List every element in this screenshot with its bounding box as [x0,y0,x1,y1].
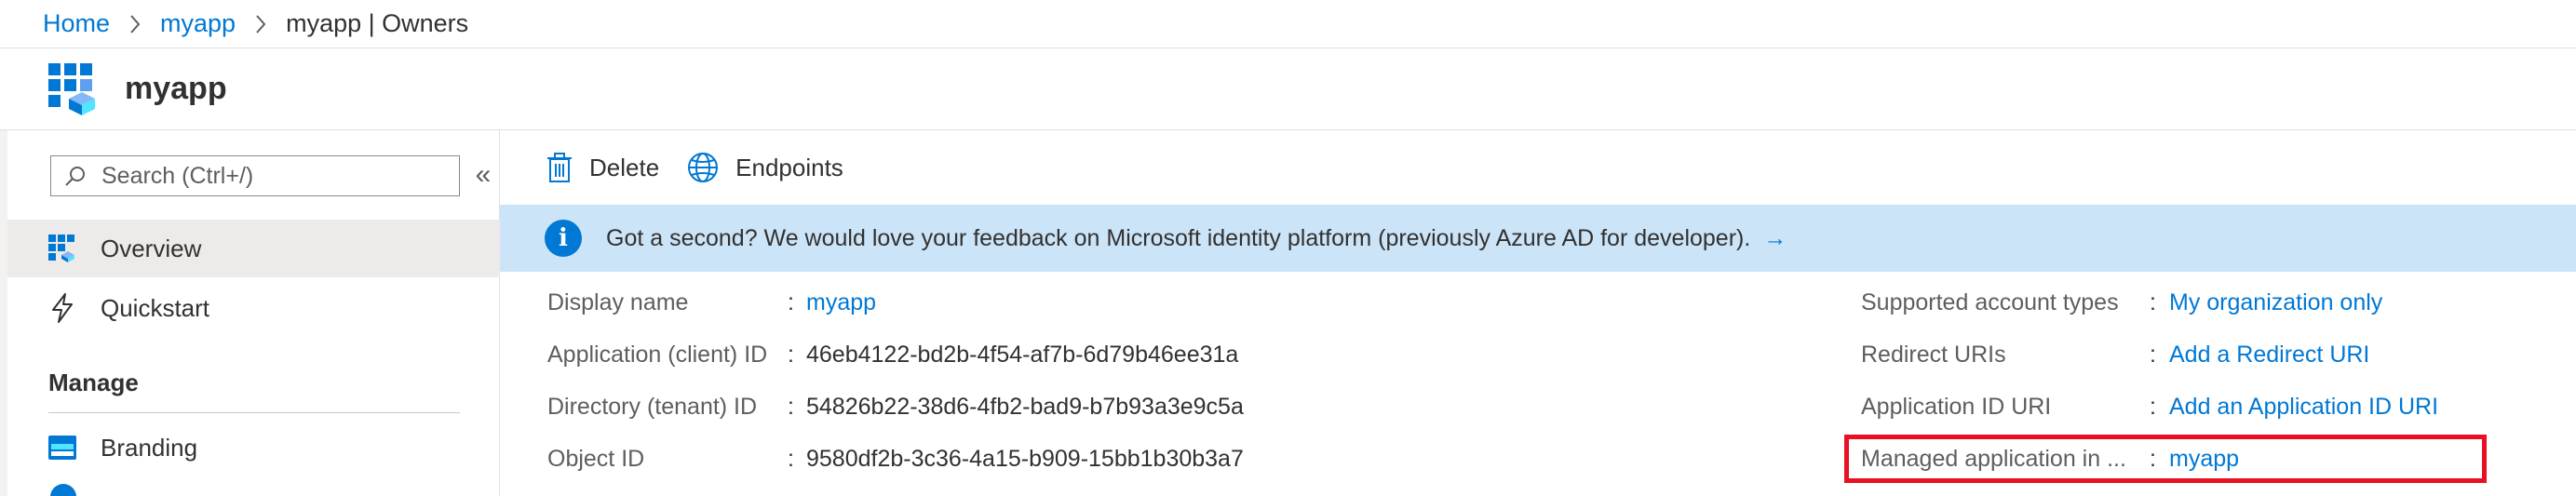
tenant-id-value: 54826b22-38d6-4fb2-bad9-b7b93a3e9c5a [806,394,1244,420]
prop-label: Redirect URIs [1861,341,2006,368]
next-item-icon [50,484,76,496]
chevron-right-icon [128,14,142,34]
client-id-value: 46eb4122-bd2b-4f54-af7b-6d79b46ee31a [806,342,1239,368]
essentials-row-account-types: Supported account types [1861,276,2119,328]
breadcrumb-current: myapp | Owners [286,9,469,37]
info-icon: i [545,220,582,257]
branding-icon [48,434,76,462]
sidebar: « Overview Quickstart Manage [7,130,500,496]
breadcrumb: Home myapp myapp | Owners [0,0,2576,48]
command-bar: Delete Endpoints [500,130,871,205]
sidebar-item-quickstart[interactable]: Quickstart [7,279,500,337]
prop-label: Application ID URI [1861,393,2052,420]
sidebar-item-branding[interactable]: Branding [7,419,500,476]
left-rail [0,130,7,496]
prop-label: Directory (tenant) ID [547,393,758,420]
section-manage: Manage [48,369,139,396]
breadcrumb-myapp[interactable]: myapp [160,9,236,38]
prop-colon: : [788,446,794,472]
display-name-link[interactable]: myapp [806,289,876,316]
arrow-right-icon[interactable]: → [1763,225,1787,252]
section-divider [48,412,460,413]
prop-label: Object ID [547,445,645,472]
collapse-sidebar-button[interactable]: « [469,156,497,194]
essentials-row-app-id-uri: Application ID URI [1861,381,2051,433]
delete-button[interactable]: Delete [546,153,659,182]
trash-icon [547,153,572,182]
essentials-row-object-id: Object ID [547,433,644,485]
prop-label: Supported account types [1861,288,2119,315]
app-grid-icon [48,235,76,262]
object-id-value: 9580df2b-3c36-4a15-b909-15bb1b30b3a7 [806,446,1244,472]
essentials-row-display-name: Display name [547,276,688,328]
essentials-row-redirect-uris: Redirect URIs [1861,328,2006,381]
prop-colon: : [788,394,794,420]
feedback-banner[interactable]: i Got a second? We would love your feedb… [500,205,2576,272]
endpoints-button[interactable]: Endpoints [687,152,843,183]
page-title: myapp [125,71,227,106]
essentials-row-tenant-id: Directory (tenant) ID [547,381,757,433]
endpoints-label: Endpoints [735,153,843,181]
prop-colon: : [2150,289,2156,315]
essentials-row-client-id: Application (client) ID [547,328,767,381]
prop-colon: : [2150,342,2156,368]
breadcrumb-home[interactable]: Home [43,9,110,38]
redirect-uri-link[interactable]: Add a Redirect URI [2169,342,2369,369]
app-id-uri-link[interactable]: Add an Application ID URI [2169,394,2438,421]
delete-label: Delete [589,153,660,181]
sidebar-search[interactable] [50,155,460,196]
search-input[interactable] [101,162,437,190]
account-types-link[interactable]: My organization only [2169,289,2382,316]
page-header: myapp [0,48,2576,130]
sidebar-item-label: Overview [101,234,202,262]
sidebar-item-overview[interactable]: Overview [7,220,500,277]
chevron-right-icon [254,14,267,34]
lightning-icon [48,293,76,323]
sidebar-item-label: Branding [101,433,198,462]
prop-colon: : [2150,394,2156,420]
prop-label: Application (client) ID [547,341,768,368]
highlight-annotation [1844,435,2487,483]
banner-text: Got a second? We would love your feedbac… [606,224,1751,251]
app-registration-icon [48,62,95,115]
sidebar-item-label: Quickstart [101,293,210,322]
prop-colon: : [788,289,794,315]
prop-label: Display name [547,288,689,315]
globe-icon [688,153,719,182]
prop-colon: : [788,342,794,368]
search-icon [65,167,85,186]
